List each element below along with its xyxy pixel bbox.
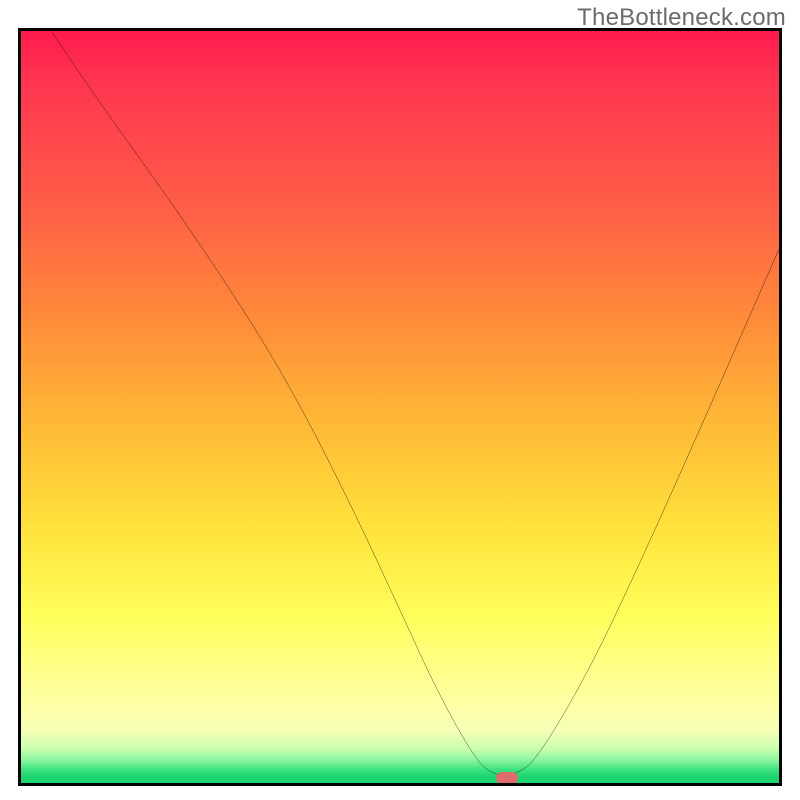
plot-area [18, 28, 782, 786]
optimal-marker [496, 772, 518, 784]
watermark-text: TheBottleneck.com [577, 4, 786, 32]
bottleneck-curve [21, 31, 779, 783]
chart-frame: TheBottleneck.com [0, 0, 800, 800]
